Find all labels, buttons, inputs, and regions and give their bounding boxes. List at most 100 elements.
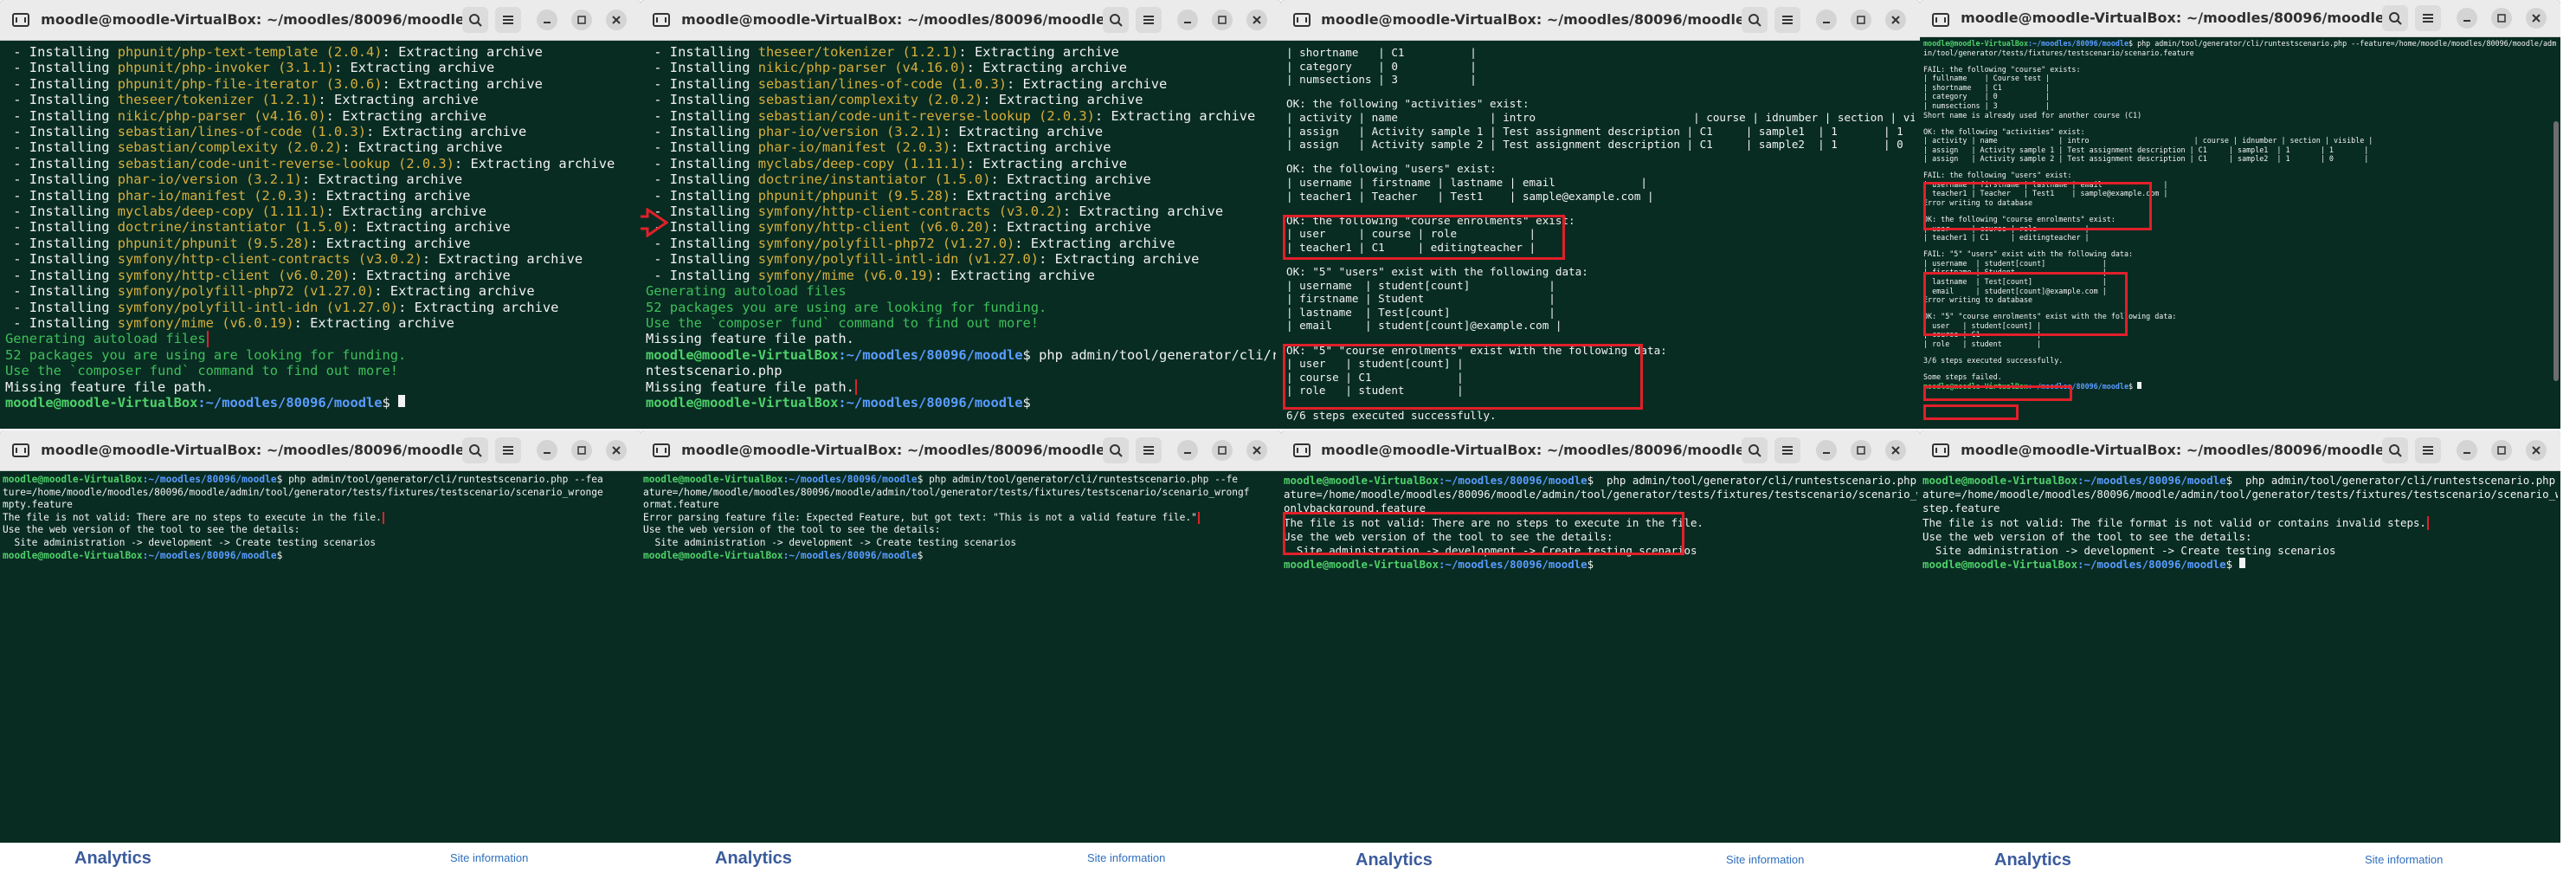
maximize-icon[interactable] <box>1212 440 1233 461</box>
minimize-icon[interactable] <box>1177 10 1198 30</box>
command-line[interactable]: moodle@moodle-VirtualBox:~/moodles/80096… <box>1284 474 1917 488</box>
search-icon[interactable] <box>1103 7 1129 33</box>
search-icon[interactable] <box>1742 7 1768 33</box>
terminal-output[interactable]: moodle@moodle-VirtualBox:~/moodles/80096… <box>1920 37 2560 429</box>
minimize-icon[interactable] <box>1177 440 1198 461</box>
titlebar[interactable]: moodle@moodle-VirtualBox: ~/moodles/8009… <box>1281 430 1920 471</box>
terminal-tab-icon[interactable] <box>649 438 673 462</box>
site-info-link-2[interactable]: Site information <box>1087 851 1165 864</box>
maximize-icon[interactable] <box>571 440 592 461</box>
command-line[interactable]: moodle@moodle-VirtualBox:~/moodles/80096… <box>646 347 1276 363</box>
hamburger-menu-icon[interactable] <box>1774 7 1800 33</box>
terminal-output[interactable]: moodle@moodle-VirtualBox:~/moodles/80096… <box>1920 471 2560 843</box>
prompt-line[interactable]: moodle@moodle-VirtualBox:~/moodles/80096… <box>1284 558 1917 572</box>
titlebar[interactable]: moodle@moodle-VirtualBox: ~/moodles/8009… <box>641 0 1281 41</box>
hamburger-menu-icon[interactable] <box>1136 437 1162 463</box>
site-info-link-3[interactable]: Site information <box>1726 853 1804 866</box>
hamburger-menu-icon[interactable] <box>2415 5 2441 31</box>
terminal-window-2[interactable]: moodle@moodle-VirtualBox: ~/moodles/8009… <box>641 0 1281 429</box>
hamburger-menu-icon[interactable] <box>1136 7 1162 33</box>
terminal-window-6[interactable]: moodle@moodle-VirtualBox: ~/moodles/8009… <box>641 430 1281 843</box>
terminal-tab-icon[interactable] <box>9 8 33 32</box>
titlebar[interactable]: moodle@moodle-VirtualBox: ~/moodles/8009… <box>0 0 641 41</box>
minimize-icon[interactable] <box>537 440 557 461</box>
hamburger-menu-icon[interactable] <box>495 7 521 33</box>
maximize-icon[interactable] <box>571 10 592 30</box>
close-icon[interactable] <box>606 10 627 30</box>
prompt-line[interactable]: moodle@moodle-VirtualBox:~/moodles/80096… <box>3 550 638 563</box>
terminal-output[interactable]: moodle@moodle-VirtualBox:~/moodles/80096… <box>0 471 641 843</box>
search-icon[interactable] <box>462 437 488 463</box>
prompt-line[interactable]: moodle@moodle-VirtualBox:~/moodles/80096… <box>646 395 1276 411</box>
maximize-icon[interactable] <box>2491 440 2512 461</box>
close-icon[interactable] <box>2526 440 2547 461</box>
terminal-tab-icon[interactable] <box>1929 438 1953 462</box>
highlight-course-enrolments-data <box>1283 344 1643 410</box>
output-line: | numsections | 3 | <box>1923 100 2051 110</box>
minimize-icon[interactable] <box>1816 440 1837 461</box>
terminal-output[interactable]: moodle@moodle-VirtualBox:~/moodles/80096… <box>641 471 1281 843</box>
terminal-window-7[interactable]: moodle@moodle-VirtualBox: ~/moodles/8009… <box>1281 430 1920 843</box>
command-line[interactable]: moodle@moodle-VirtualBox:~/moodles/80096… <box>1923 39 2557 48</box>
titlebar[interactable]: moodle@moodle-VirtualBox: ~/moodles/8009… <box>1920 0 2560 37</box>
maximize-icon[interactable] <box>1851 440 1871 461</box>
output-line: 3/6 steps executed successfully. <box>1923 355 2064 365</box>
terminal-window-4[interactable]: moodle@moodle-VirtualBox: ~/moodles/8009… <box>1920 0 2560 429</box>
terminal-window-8[interactable]: moodle@moodle-VirtualBox: ~/moodles/8009… <box>1920 430 2560 843</box>
install-line: - Installing symfony/mime (v6.0.19): Ext… <box>646 267 1095 283</box>
close-icon[interactable] <box>2526 8 2547 29</box>
command-line-wrap: ntestscenario.php <box>646 363 782 379</box>
command-line[interactable]: moodle@moodle-VirtualBox:~/moodles/80096… <box>3 474 638 487</box>
highlight-some-steps-failed <box>1923 404 2019 420</box>
scrollbar[interactable] <box>2553 121 2559 381</box>
command-line[interactable]: moodle@moodle-VirtualBox:~/moodles/80096… <box>1922 474 2558 488</box>
window-title: moodle@moodle-VirtualBox: ~/moodles/8009… <box>681 11 1105 28</box>
analytics-heading-2: Analytics <box>715 849 792 868</box>
maximize-icon[interactable] <box>2491 8 2512 29</box>
terminal-output[interactable]: - Installing phpunit/php-text-template (… <box>0 41 641 429</box>
hamburger-menu-icon[interactable] <box>495 437 521 463</box>
hamburger-menu-icon[interactable] <box>1774 437 1800 463</box>
minimize-icon[interactable] <box>537 10 557 30</box>
close-icon[interactable] <box>1885 10 1906 30</box>
search-icon[interactable] <box>2382 437 2408 463</box>
titlebar[interactable]: moodle@moodle-VirtualBox: ~/moodles/8009… <box>641 430 1281 471</box>
close-icon[interactable] <box>1246 10 1267 30</box>
composer-fund-line: Use the `composer fund` command to find … <box>5 363 399 379</box>
maximize-icon[interactable] <box>1212 10 1233 30</box>
minimize-icon[interactable] <box>2457 8 2477 29</box>
search-icon[interactable] <box>462 7 488 33</box>
terminal-output[interactable]: - Installing theseer/tokenizer (1.2.1): … <box>641 41 1281 429</box>
site-info-link-1[interactable]: Site information <box>450 851 528 864</box>
terminal-tab-icon[interactable] <box>649 8 673 32</box>
install-line: - Installing nikic/php-parser (v4.16.0):… <box>5 107 486 124</box>
close-icon[interactable] <box>1885 440 1906 461</box>
close-icon[interactable] <box>1246 440 1267 461</box>
minimize-icon[interactable] <box>2457 440 2477 461</box>
prompt-line[interactable]: moodle@moodle-VirtualBox:~/moodles/80096… <box>643 550 1278 563</box>
close-icon[interactable] <box>606 440 627 461</box>
search-icon[interactable] <box>1742 437 1768 463</box>
titlebar[interactable]: moodle@moodle-VirtualBox: ~/moodles/8009… <box>0 430 641 471</box>
command-line[interactable]: moodle@moodle-VirtualBox:~/moodles/80096… <box>643 474 1278 487</box>
window-title: moodle@moodle-VirtualBox: ~/moodles/8009… <box>1321 442 1745 458</box>
prompt-line[interactable]: moodle@moodle-VirtualBox:~/moodles/80096… <box>5 394 635 411</box>
search-icon[interactable] <box>2382 5 2408 31</box>
hamburger-menu-icon[interactable] <box>2415 437 2441 463</box>
maximize-icon[interactable] <box>1851 10 1871 30</box>
site-info-link-4[interactable]: Site information <box>2365 853 2443 866</box>
output-line: FAIL: "5" "users" exist with the followi… <box>1923 249 2134 259</box>
minimize-icon[interactable] <box>1816 10 1837 30</box>
terminal-tab-icon[interactable] <box>1929 8 1953 32</box>
terminal-window-3[interactable]: moodle@moodle-VirtualBox: ~/moodles/8009… <box>1281 0 1920 429</box>
terminal-window-1[interactable]: moodle@moodle-VirtualBox: ~/moodles/8009… <box>0 0 641 429</box>
terminal-tab-icon[interactable] <box>1290 438 1314 462</box>
terminal-tab-icon[interactable] <box>9 438 33 462</box>
terminal-tab-icon[interactable] <box>1290 8 1314 32</box>
titlebar[interactable]: moodle@moodle-VirtualBox: ~/moodles/8009… <box>1281 0 1920 41</box>
search-icon[interactable] <box>1103 437 1129 463</box>
prompt-line[interactable]: moodle@moodle-VirtualBox:~/moodles/80096… <box>1922 558 2558 572</box>
titlebar[interactable]: moodle@moodle-VirtualBox: ~/moodles/8009… <box>1920 430 2560 471</box>
terminal-window-5[interactable]: moodle@moodle-VirtualBox: ~/moodles/8009… <box>0 430 641 843</box>
